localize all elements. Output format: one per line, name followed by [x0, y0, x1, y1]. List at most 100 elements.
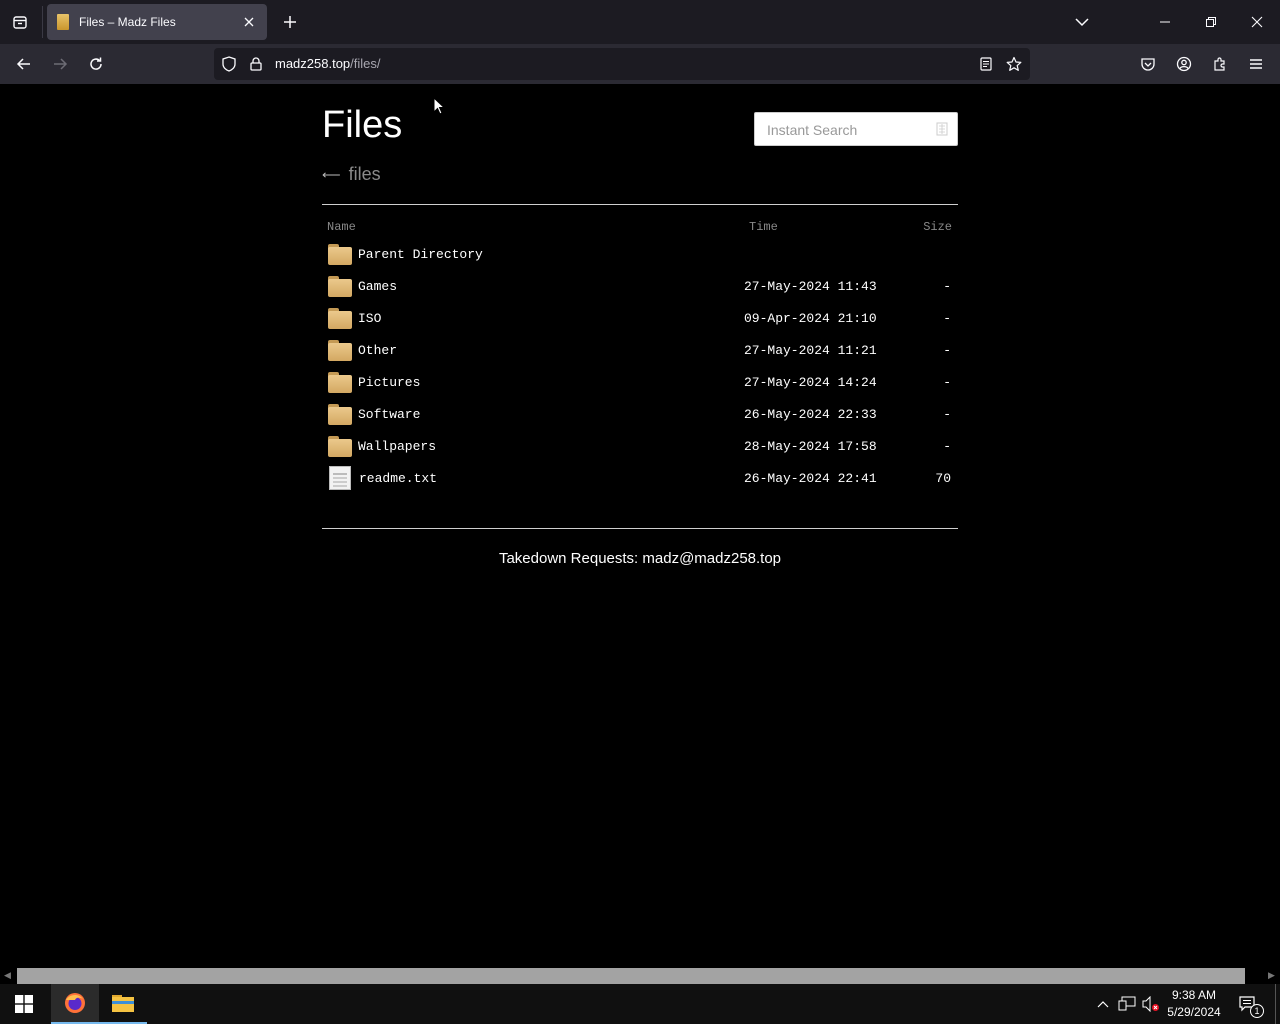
volume-button[interactable]	[1141, 984, 1161, 1024]
page-content: Files ⟵ files Name Time Size Parent Dire…	[0, 84, 1280, 968]
network-button[interactable]	[1117, 984, 1137, 1024]
table-row[interactable]: Parent Directory	[322, 238, 958, 270]
extensions-button[interactable]	[1208, 52, 1232, 76]
tab-separator	[42, 6, 43, 38]
cell-name[interactable]: Software	[322, 398, 744, 430]
puzzle-icon	[1214, 57, 1225, 71]
firefox-icon	[65, 993, 85, 1013]
bookmark-star-icon[interactable]	[1006, 56, 1022, 72]
cell-size: -	[943, 342, 951, 358]
cell-name[interactable]: ISO	[322, 302, 744, 334]
text-file-icon	[329, 466, 351, 490]
file-name[interactable]: readme.txt	[359, 471, 437, 486]
name-link[interactable]: Wallpapers	[328, 435, 744, 457]
name-link[interactable]: ISO	[328, 307, 744, 329]
folder-icon	[328, 435, 352, 457]
page-title: Files	[322, 104, 403, 146]
list-all-tabs-button[interactable]	[1068, 8, 1096, 36]
pocket-button[interactable]	[1136, 52, 1160, 76]
tab-overview-icon	[13, 16, 27, 29]
forward-button[interactable]	[48, 52, 72, 76]
reload-button[interactable]	[84, 52, 108, 76]
restore-icon	[1206, 17, 1216, 27]
url-text[interactable]: madz258.top/files/	[275, 56, 381, 72]
name-link[interactable]: Other	[328, 339, 744, 361]
cell-name[interactable]: readme.txt	[322, 462, 744, 494]
name-link[interactable]: readme.txt	[328, 466, 744, 490]
name-link[interactable]: Games	[328, 275, 744, 297]
horizontal-scrollbar[interactable]: ◀ ▶	[0, 968, 1280, 984]
taskbar-firefox[interactable]	[51, 984, 99, 1024]
tray-expand-button[interactable]	[1094, 984, 1112, 1024]
cell-size: -	[943, 406, 951, 422]
cell-name[interactable]: Parent Directory	[322, 238, 744, 270]
minimize-button[interactable]	[1151, 8, 1179, 36]
cell-name[interactable]: Pictures	[322, 366, 744, 398]
table-row[interactable]: Wallpapers 28-May-2024 17:58 -	[322, 430, 958, 462]
cell-size: -	[943, 374, 951, 390]
browser-tab-active[interactable]: Files – Madz Files	[47, 4, 267, 40]
cell-time: 26-May-2024 22:33	[744, 406, 877, 422]
start-button[interactable]	[0, 984, 48, 1024]
cell-time: 09-Apr-2024 21:10	[744, 310, 877, 326]
taskbar-file-explorer[interactable]	[99, 984, 147, 1024]
name-link[interactable]: Parent Directory	[328, 243, 744, 265]
reader-view-icon[interactable]	[978, 56, 994, 72]
table-row[interactable]: ISO 09-Apr-2024 21:10 -	[322, 302, 958, 334]
cell-size	[908, 238, 958, 270]
file-name[interactable]: Wallpapers	[358, 439, 436, 454]
file-name[interactable]: Software	[358, 407, 420, 422]
scroll-right-arrow-icon[interactable]: ▶	[1268, 970, 1275, 981]
cell-size: -	[943, 310, 951, 326]
url-host: madz258.top	[275, 56, 351, 71]
name-link[interactable]: Software	[328, 403, 744, 425]
back-arrow-icon: ⟵	[322, 166, 341, 182]
breadcrumb[interactable]: ⟵ files	[322, 164, 381, 185]
table-row[interactable]: Other 27-May-2024 11:21 -	[322, 334, 958, 366]
table-row[interactable]: readme.txt 26-May-2024 22:41 70	[322, 462, 958, 494]
name-link[interactable]: Pictures	[328, 371, 744, 393]
table-row[interactable]: Games 27-May-2024 11:43 -	[322, 270, 958, 302]
breadcrumb-label[interactable]: files	[349, 164, 381, 185]
column-header-time[interactable]: Time	[744, 216, 908, 238]
mouse-cursor-icon	[433, 97, 445, 115]
table-row[interactable]: Software 26-May-2024 22:33 -	[322, 398, 958, 430]
pocket-icon	[1141, 58, 1155, 71]
minimize-icon	[1160, 21, 1170, 23]
plus-icon	[284, 16, 296, 28]
column-header-name[interactable]: Name	[322, 216, 744, 238]
file-name[interactable]: ISO	[358, 311, 381, 326]
cell-size: 70	[935, 470, 951, 486]
browser-nav-bar: madz258.top/files/	[0, 44, 1280, 84]
close-window-button[interactable]	[1243, 8, 1271, 36]
back-button[interactable]	[12, 52, 36, 76]
new-tab-button[interactable]	[278, 10, 302, 34]
table-header-row: Name Time Size	[322, 216, 958, 238]
close-tab-button[interactable]	[241, 14, 257, 30]
show-desktop-button[interactable]	[1275, 984, 1280, 1024]
scrollbar-thumb[interactable]	[17, 968, 1245, 984]
file-name[interactable]: Pictures	[358, 375, 420, 390]
tab-overview-button[interactable]	[8, 10, 32, 34]
search-input[interactable]	[767, 121, 927, 139]
close-icon	[244, 17, 254, 27]
table-row[interactable]: Pictures 27-May-2024 14:24 -	[322, 366, 958, 398]
app-menu-button[interactable]	[1244, 52, 1268, 76]
windows-logo-icon	[15, 995, 33, 1013]
column-header-size[interactable]: Size	[908, 216, 958, 238]
file-name[interactable]: Games	[358, 279, 397, 294]
cell-name[interactable]: Wallpapers	[322, 430, 744, 462]
account-button[interactable]	[1172, 52, 1196, 76]
cell-name[interactable]: Other	[322, 334, 744, 366]
instant-search-box[interactable]	[754, 112, 958, 146]
taskbar-clock[interactable]: 9:38 AM 5/29/2024	[1162, 987, 1226, 1021]
file-name[interactable]: Other	[358, 343, 397, 358]
restore-button[interactable]	[1197, 8, 1225, 36]
file-name[interactable]: Parent Directory	[358, 247, 483, 262]
lock-icon[interactable]	[248, 56, 264, 72]
address-bar[interactable]: madz258.top/files/	[214, 48, 1030, 80]
scroll-left-arrow-icon[interactable]: ◀	[4, 970, 11, 981]
cell-name[interactable]: Games	[322, 270, 744, 302]
action-center-button[interactable]: 1	[1232, 984, 1264, 1024]
tracking-shield-icon[interactable]	[221, 56, 237, 72]
